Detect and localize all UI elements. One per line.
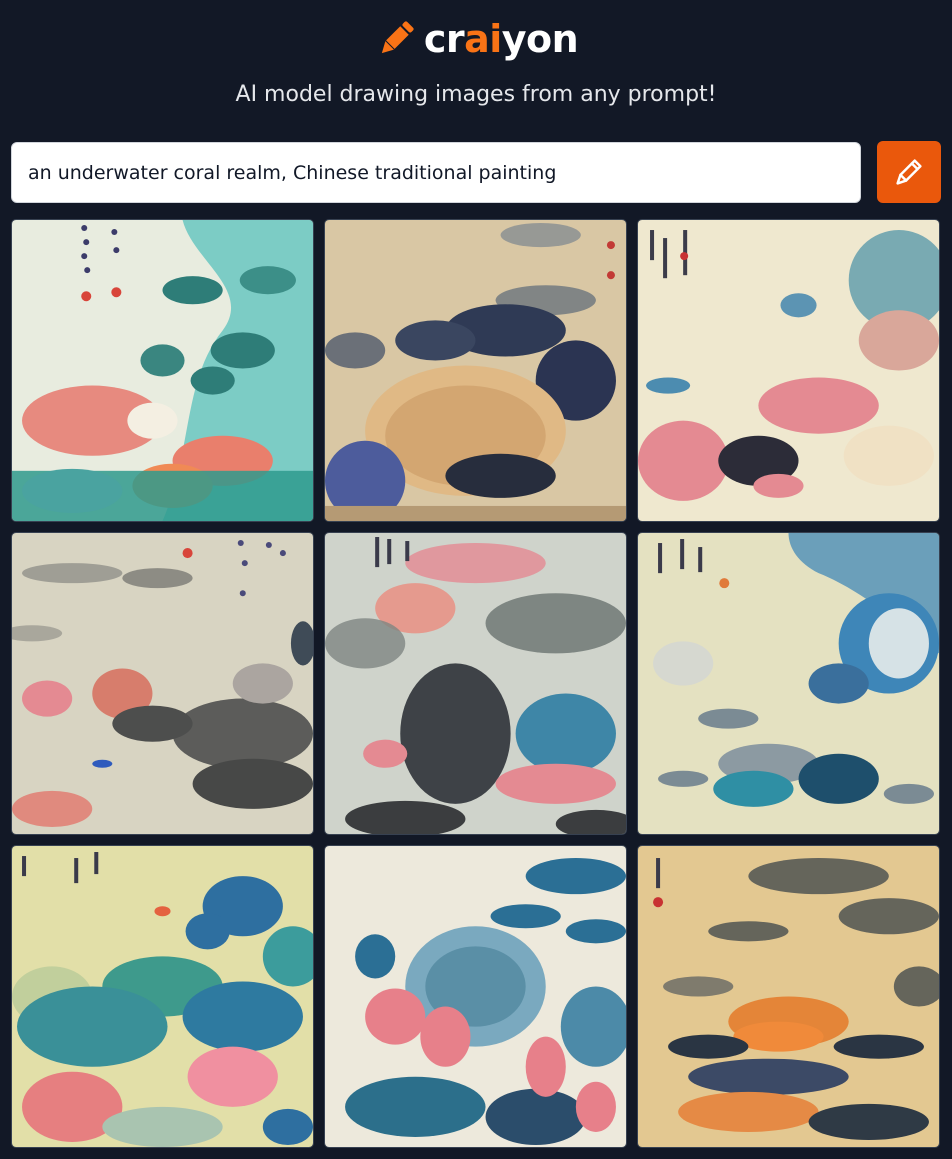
result-image-7[interactable] bbox=[11, 845, 314, 1148]
coral-painting-image bbox=[638, 220, 939, 521]
result-image-5[interactable] bbox=[324, 532, 627, 835]
pencil-icon bbox=[896, 159, 922, 185]
coral-painting-image bbox=[12, 846, 313, 1147]
logo-text-part2: ai bbox=[464, 17, 502, 61]
result-image-2[interactable] bbox=[324, 219, 627, 522]
coral-painting-image bbox=[325, 846, 626, 1147]
pencil-icon bbox=[381, 21, 414, 54]
logo[interactable]: craiyon bbox=[0, 14, 952, 64]
result-image-6[interactable] bbox=[637, 532, 940, 835]
results-grid bbox=[11, 219, 942, 1148]
result-image-9[interactable] bbox=[637, 845, 940, 1148]
logo-wordmark: craiyon bbox=[423, 17, 579, 61]
coral-painting-image bbox=[638, 846, 939, 1147]
coral-painting-image bbox=[325, 220, 626, 521]
draw-button[interactable] bbox=[877, 141, 941, 203]
result-image-8[interactable] bbox=[324, 845, 627, 1148]
logo-text-part1: cr bbox=[423, 17, 465, 61]
prompt-input[interactable] bbox=[11, 142, 861, 203]
result-image-3[interactable] bbox=[637, 219, 940, 522]
coral-painting-image bbox=[325, 533, 626, 834]
coral-painting-image bbox=[12, 220, 313, 521]
result-image-4[interactable] bbox=[11, 532, 314, 835]
result-image-1[interactable] bbox=[11, 219, 314, 522]
coral-painting-image bbox=[12, 533, 313, 834]
coral-painting-image bbox=[638, 533, 939, 834]
logo-text-part3: yon bbox=[501, 17, 579, 61]
tagline: AI model drawing images from any prompt! bbox=[235, 82, 717, 107]
